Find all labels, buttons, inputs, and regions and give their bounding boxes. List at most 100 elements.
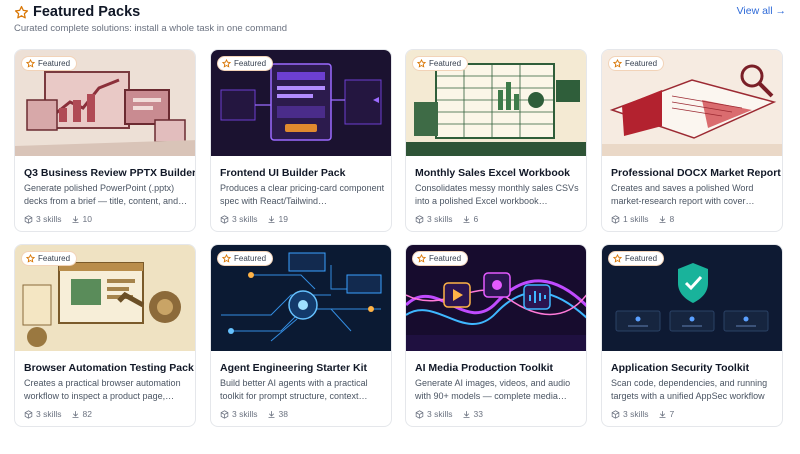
pack-description: Produces a clear pricing-card component … <box>220 183 385 206</box>
featured-badge-label: Featured <box>625 254 658 263</box>
pack-name: Frontend UI Builder Pack <box>220 167 346 179</box>
download-icon <box>268 215 275 223</box>
section-title: Featured Packs <box>33 4 141 20</box>
pack-description: Consolidates messy monthly sales CSVs in… <box>415 183 579 206</box>
installs-count: 6 <box>473 214 479 224</box>
package-icon <box>24 214 33 224</box>
featured-badge-label: Featured <box>234 59 267 68</box>
download-icon <box>72 410 79 418</box>
installs-count: 33 <box>473 409 483 419</box>
featured-badge: Featured <box>608 251 665 266</box>
package-icon <box>611 409 620 419</box>
circuit-agent-illustration: Featured <box>211 245 391 351</box>
pack-meta: 3 skills 19 <box>220 214 297 224</box>
download-icon <box>72 215 79 223</box>
download-icon <box>463 215 470 223</box>
pack-card[interactable]: Featured Frontend UI Builder Pack Produc… <box>210 49 392 232</box>
pack-name: Monthly Sales Excel Workbook <box>415 167 571 179</box>
media-waves-illustration: Featured <box>406 245 586 351</box>
pack-card[interactable]: Featured Application Security Toolkit Sc… <box>601 244 783 427</box>
pack-meta: 3 skills 82 <box>24 409 101 419</box>
package-icon <box>611 214 620 224</box>
download-icon <box>659 410 666 418</box>
pack-card[interactable]: Featured Q3 Business Review PPTX Builder… <box>14 49 196 232</box>
featured-badge-label: Featured <box>429 254 462 263</box>
ui-wireframe-illustration: Featured <box>211 50 391 156</box>
report-document-illustration: Featured <box>602 50 782 156</box>
skills-count: 3 skills <box>232 409 258 419</box>
skills-count: 1 skills <box>623 214 649 224</box>
package-icon <box>24 409 33 419</box>
installs-count: 8 <box>669 214 675 224</box>
pack-name: Professional DOCX Market Report <box>611 167 781 179</box>
pack-card[interactable]: Featured Professional DOCX Market Report… <box>601 49 783 232</box>
skills-count: 3 skills <box>36 409 62 419</box>
pack-name: Application Security Toolkit <box>611 362 750 374</box>
package-icon <box>220 409 229 419</box>
package-icon <box>415 214 424 224</box>
view-all-link[interactable]: View all → <box>737 5 786 17</box>
featured-badge: Featured <box>412 251 469 266</box>
skills-count: 3 skills <box>36 214 62 224</box>
download-icon <box>268 410 275 418</box>
pack-name: Browser Automation Testing Pack <box>24 362 194 374</box>
featured-badge-label: Featured <box>38 254 71 263</box>
security-shield-illustration: Featured <box>602 245 782 351</box>
star-icon <box>222 254 231 263</box>
featured-badge: Featured <box>21 56 78 71</box>
featured-badge: Featured <box>21 251 78 266</box>
skills-count: 3 skills <box>232 214 258 224</box>
spreadsheet-illustration: Featured <box>406 50 586 156</box>
pack-description: Creates a practical browser automation w… <box>24 378 181 401</box>
installs-count: 7 <box>669 409 675 419</box>
star-outline-icon <box>14 5 29 19</box>
skills-count: 3 skills <box>427 409 453 419</box>
featured-badge-label: Featured <box>625 59 658 68</box>
presentation-illustration: Featured <box>15 50 195 156</box>
star-icon <box>417 254 426 263</box>
star-icon <box>26 254 35 263</box>
installs-count: 38 <box>278 409 288 419</box>
pack-card[interactable]: Featured Monthly Sales Excel Workbook Co… <box>405 49 587 232</box>
featured-badge: Featured <box>412 56 469 71</box>
star-icon <box>222 59 231 68</box>
pack-name: AI Media Production Toolkit <box>415 362 554 374</box>
skills-count: 3 skills <box>427 214 453 224</box>
pack-name: Agent Engineering Starter Kit <box>220 362 368 374</box>
star-icon <box>417 59 426 68</box>
pack-description: Creates and saves a polished Word market… <box>611 183 755 206</box>
featured-badge: Featured <box>217 56 274 71</box>
section-header: Featured Packs View all → <box>14 4 786 22</box>
star-icon <box>613 254 622 263</box>
star-icon <box>26 59 35 68</box>
pack-meta: 3 skills 38 <box>220 409 297 419</box>
pack-card[interactable]: Featured Browser Automation Testing Pack… <box>14 244 196 427</box>
installs-count: 10 <box>82 214 92 224</box>
pack-description: Generate polished PowerPoint (.pptx) dec… <box>24 183 188 206</box>
pack-meta: 3 skills 7 <box>611 409 683 419</box>
star-icon <box>613 59 622 68</box>
package-icon <box>415 409 424 419</box>
featured-badge-label: Featured <box>429 59 462 68</box>
pack-description: Generate AI images, videos, and audio wi… <box>415 378 571 401</box>
download-icon <box>659 215 666 223</box>
section-subtitle: Curated complete solutions: install a wh… <box>14 23 288 34</box>
pack-meta: 3 skills 6 <box>415 214 487 224</box>
featured-badge-label: Featured <box>234 254 267 263</box>
pack-card[interactable]: Featured Agent Engineering Starter Kit B… <box>210 244 392 427</box>
pack-meta: 1 skills 8 <box>611 214 683 224</box>
pack-meta: 3 skills 10 <box>24 214 101 224</box>
robot-browser-illustration: Featured <box>15 245 195 351</box>
featured-badge: Featured <box>608 56 665 71</box>
package-icon <box>220 214 229 224</box>
pack-description: Scan code, dependencies, and running tar… <box>611 378 768 401</box>
featured-badge: Featured <box>217 251 274 266</box>
download-icon <box>463 410 470 418</box>
pack-card[interactable]: Featured AI Media Production Toolkit Gen… <box>405 244 587 427</box>
featured-badge-label: Featured <box>38 59 71 68</box>
pack-meta: 3 skills 33 <box>415 409 492 419</box>
installs-count: 82 <box>82 409 92 419</box>
pack-name: Q3 Business Review PPTX Builder <box>24 167 196 179</box>
skills-count: 3 skills <box>623 409 649 419</box>
pack-description: Build better AI agents with a practical … <box>220 378 368 401</box>
